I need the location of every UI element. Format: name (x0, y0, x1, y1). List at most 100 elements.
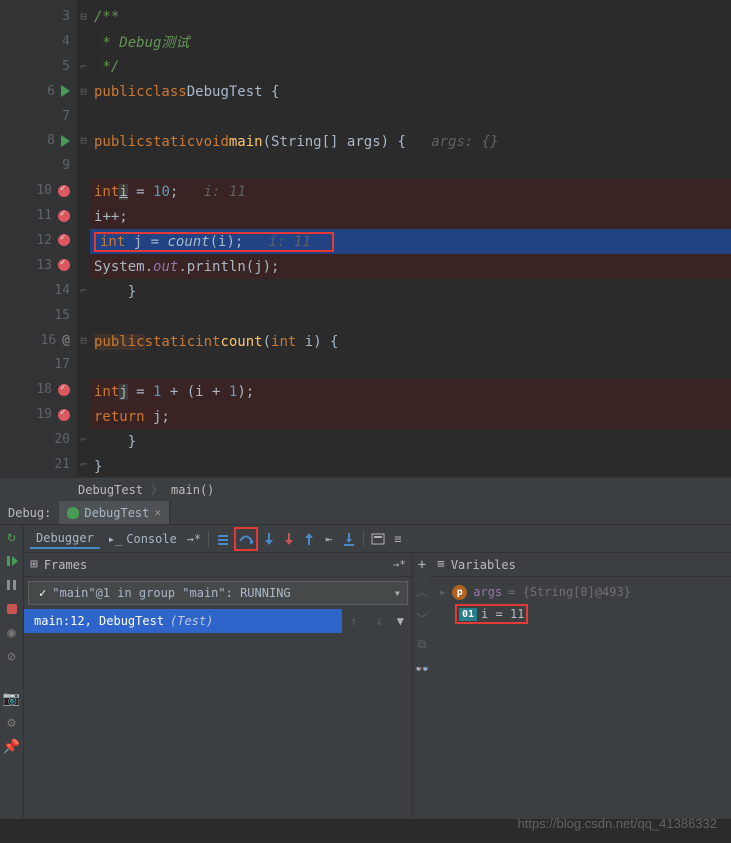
copy-icon[interactable]: ⧉ (418, 637, 427, 652)
code-text: * Debug测试 (94, 32, 189, 52)
camera-icon[interactable]: 📷 (4, 691, 20, 707)
fold-column: ⊟ ⌐ ⊟ ⊟ ⌐ ⊟ ⌐ ⌐ (76, 0, 90, 477)
mute-breakpoints-icon[interactable]: ⊘ (4, 649, 20, 665)
run-class-icon[interactable] (61, 85, 70, 97)
breadcrumb[interactable]: DebugTest 〉 main() (0, 477, 731, 501)
expand-icon[interactable]: ▸ (439, 585, 446, 599)
frame-module: (Test) (170, 614, 213, 628)
step-over-icon[interactable] (237, 530, 255, 548)
keyword: int (94, 184, 119, 200)
debugger-tab[interactable]: Debugger (30, 529, 100, 549)
collapse-up-icon[interactable]: ︿ (416, 583, 428, 600)
highlight-box: 01 i = 11 (455, 604, 528, 624)
keyword: class (145, 84, 187, 100)
fold-icon[interactable]: ⊟ (80, 334, 87, 347)
show-execution-icon[interactable] (214, 530, 232, 548)
step-over-highlight-box (234, 527, 258, 551)
var-value: = {String[0]@493} (508, 585, 631, 599)
var: i (94, 209, 102, 225)
debug-session-tab[interactable]: DebugTest ✕ (59, 501, 170, 524)
int-badge-icon: 01 (459, 608, 477, 621)
breakpoint-icon[interactable] (58, 234, 70, 246)
run-to-cursor-icon[interactable] (340, 530, 358, 548)
keyword: public (94, 134, 145, 150)
highlight-box: int j = count(i); i: 11 (94, 232, 334, 252)
more-icon[interactable]: →* (185, 530, 203, 548)
fold-icon[interactable]: ⊟ (80, 134, 87, 147)
variable-row[interactable]: ▸ p args = {String[0]@493} (439, 581, 723, 603)
more-icon[interactable]: →* (393, 558, 406, 571)
debug-panel: Debug: DebugTest ✕ ↻ ◉ ⊘ 📷 ⚙ 📌 Debugger … (0, 501, 731, 819)
method-name: main (229, 134, 263, 150)
vars-title: Variables (451, 558, 516, 572)
thread-dropdown[interactable]: ✓ "main"@1 in group "main": RUNNING ▾ (28, 581, 408, 605)
run-main-icon[interactable] (61, 135, 70, 147)
variables-panel: ≡ Variables ▸ p args = {String[0]@493} (431, 553, 731, 819)
var: j (119, 384, 127, 400)
resume-icon[interactable] (4, 553, 20, 569)
stop-icon[interactable] (4, 601, 20, 617)
pin-icon[interactable]: 📌 (4, 739, 20, 755)
inline-hint: i: 11 (269, 234, 311, 250)
breakpoint-icon[interactable] (58, 384, 70, 396)
collapse-down-icon[interactable]: ﹀ (416, 610, 428, 627)
crumb-class[interactable]: DebugTest (78, 483, 143, 497)
glasses-icon[interactable]: 👓 (415, 662, 430, 676)
var-name: args (473, 585, 502, 599)
fold-end-icon[interactable]: ⌐ (80, 284, 87, 297)
code-text: /** (94, 9, 119, 25)
crumb-method[interactable]: main() (171, 483, 214, 497)
rerun-icon[interactable]: ↻ (4, 529, 20, 545)
crumb-separator: 〉 (151, 481, 163, 498)
class-ref: System (94, 259, 145, 275)
keyword: static (145, 134, 196, 150)
drop-frame-icon[interactable]: ⇤ (320, 530, 338, 548)
debug-label: Debug: (0, 506, 59, 520)
variable-row[interactable]: 01 i = 11 (439, 603, 723, 625)
breakpoint-icon[interactable] (58, 409, 70, 421)
view-breakpoints-icon[interactable]: ◉ (4, 625, 20, 641)
var-text: i = 11 (481, 607, 524, 621)
keyword: int (195, 334, 220, 350)
fold-end-icon[interactable]: ⌐ (80, 458, 87, 471)
console-tab[interactable]: ▸_Console (102, 530, 183, 548)
fold-end-icon[interactable]: ⌐ (80, 433, 87, 446)
restore-layout-icon[interactable]: ⊞ (30, 557, 38, 572)
breakpoint-icon[interactable] (58, 259, 70, 271)
evaluate-icon[interactable] (369, 530, 387, 548)
code-content[interactable]: /** * Debug测试 */ public class DebugTest … (90, 0, 731, 477)
fold-icon[interactable]: ⊟ (80, 10, 87, 23)
filter-icon[interactable]: ▼ (397, 614, 404, 628)
debug-sidebar: ↻ ◉ ⊘ 📷 ⚙ 📌 (0, 525, 24, 819)
debug-toolbar: Debugger ▸_Console →* ⇤ ≡ (24, 525, 731, 553)
next-frame-icon[interactable]: ↓ (372, 614, 387, 628)
step-into-icon[interactable] (260, 530, 278, 548)
vars-layout-icon[interactable]: ≡ (437, 557, 445, 572)
breakpoint-icon[interactable] (58, 185, 70, 197)
code-text: */ (94, 59, 119, 75)
override-icon[interactable]: @ (62, 333, 70, 348)
pause-icon[interactable] (4, 577, 20, 593)
step-out-icon[interactable] (300, 530, 318, 548)
debug-tab-label: DebugTest (84, 506, 149, 520)
stack-frame[interactable]: main:12, DebugTest (Test) (24, 609, 342, 633)
fold-icon[interactable]: ⊟ (80, 85, 87, 98)
number: 10 (153, 184, 170, 200)
settings-icon[interactable]: ⚙ (4, 715, 20, 731)
close-icon[interactable]: ✕ (154, 506, 161, 519)
class-name: DebugTest (187, 84, 263, 100)
prev-frame-icon[interactable]: ↑ (346, 614, 361, 628)
add-watch-icon[interactable]: + (418, 557, 426, 573)
breakpoint-icon[interactable] (58, 210, 70, 222)
inline-hint: i: 11 (204, 184, 246, 200)
fold-end-icon[interactable]: ⌐ (80, 60, 87, 73)
code-editor: 3 4 5 6 7 8 9 10 11 12 13 14 15 16@ 17 1… (0, 0, 731, 477)
keyword: public (94, 334, 145, 350)
keyword: void (195, 134, 229, 150)
frame-text: main:12, DebugTest (34, 614, 164, 628)
method-call: println (187, 259, 246, 275)
force-step-into-icon[interactable] (280, 530, 298, 548)
method-call: count (167, 234, 209, 250)
watermark: https://blog.csdn.net/qq_41386332 (518, 816, 718, 831)
trace-icon[interactable]: ≡ (389, 530, 407, 548)
